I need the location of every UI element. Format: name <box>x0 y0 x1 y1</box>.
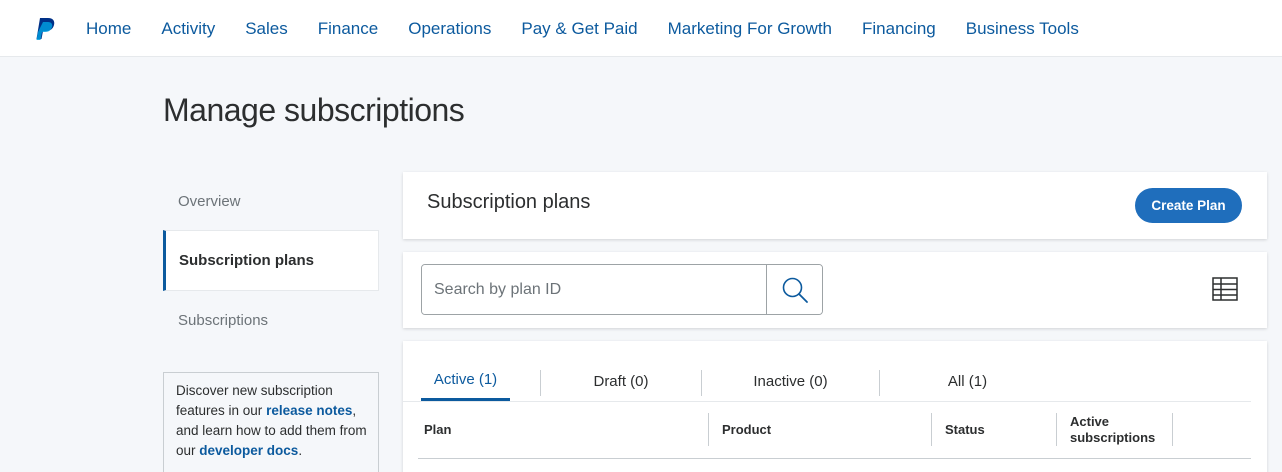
column-divider <box>708 413 709 446</box>
search-input[interactable] <box>422 265 766 314</box>
plans-table-card: Active (1) Draft (0) Inactive (0) All (1… <box>403 341 1267 472</box>
column-plan[interactable]: Plan <box>424 413 704 446</box>
release-notes-link[interactable]: release notes <box>266 403 352 418</box>
plans-header-card: Subscription plans Create Plan <box>403 172 1267 239</box>
info-text-3: . <box>298 443 303 458</box>
sidebar-item-subscriptions[interactable]: Subscriptions <box>163 291 379 349</box>
nav-links: Home Activity Sales Finance Operations P… <box>86 0 1109 57</box>
table-view-icon[interactable] <box>1211 276 1239 302</box>
tab-inactive[interactable]: Inactive (0) <box>702 365 879 401</box>
nav-financing[interactable]: Financing <box>862 19 936 39</box>
nav-marketing-for-growth[interactable]: Marketing For Growth <box>668 19 832 39</box>
top-navigation: Home Activity Sales Finance Operations P… <box>0 0 1282 57</box>
table-header: Plan Product Status Active subscriptions <box>418 413 1251 459</box>
nav-finance[interactable]: Finance <box>318 19 378 39</box>
sidebar-item-overview[interactable]: Overview <box>163 172 379 230</box>
page-title: Manage subscriptions <box>163 92 465 128</box>
tab-active[interactable]: Active (1) <box>421 365 510 401</box>
sidebar-nav: Overview Subscription plans Subscription… <box>163 172 379 349</box>
column-product[interactable]: Product <box>722 413 922 446</box>
column-status[interactable]: Status <box>945 413 1055 446</box>
nav-activity[interactable]: Activity <box>161 19 215 39</box>
status-tabs: Active (1) Draft (0) Inactive (0) All (1… <box>421 365 1055 401</box>
search-button[interactable] <box>766 265 822 314</box>
search-box <box>421 264 823 315</box>
info-box: Discover new subscription features in ou… <box>163 372 379 472</box>
column-divider <box>1172 413 1173 446</box>
sidebar-item-subscription-plans[interactable]: Subscription plans <box>163 230 379 291</box>
column-divider <box>1056 413 1057 446</box>
nav-business-tools[interactable]: Business Tools <box>966 19 1079 39</box>
developer-docs-link[interactable]: developer docs <box>199 443 298 458</box>
tab-draft[interactable]: Draft (0) <box>541 365 701 401</box>
nav-pay-get-paid[interactable]: Pay & Get Paid <box>521 19 637 39</box>
nav-home[interactable]: Home <box>86 19 131 39</box>
nav-operations[interactable]: Operations <box>408 19 491 39</box>
column-divider <box>931 413 932 446</box>
search-card <box>403 252 1267 328</box>
tabs-underline <box>403 401 1251 402</box>
column-active-subscriptions[interactable]: Active subscriptions <box>1070 413 1170 446</box>
create-plan-button[interactable]: Create Plan <box>1135 188 1242 223</box>
search-icon <box>782 277 808 303</box>
nav-sales[interactable]: Sales <box>245 19 288 39</box>
paypal-logo[interactable] <box>34 16 56 42</box>
tab-all[interactable]: All (1) <box>880 365 1055 401</box>
plans-title: Subscription plans <box>427 191 591 213</box>
